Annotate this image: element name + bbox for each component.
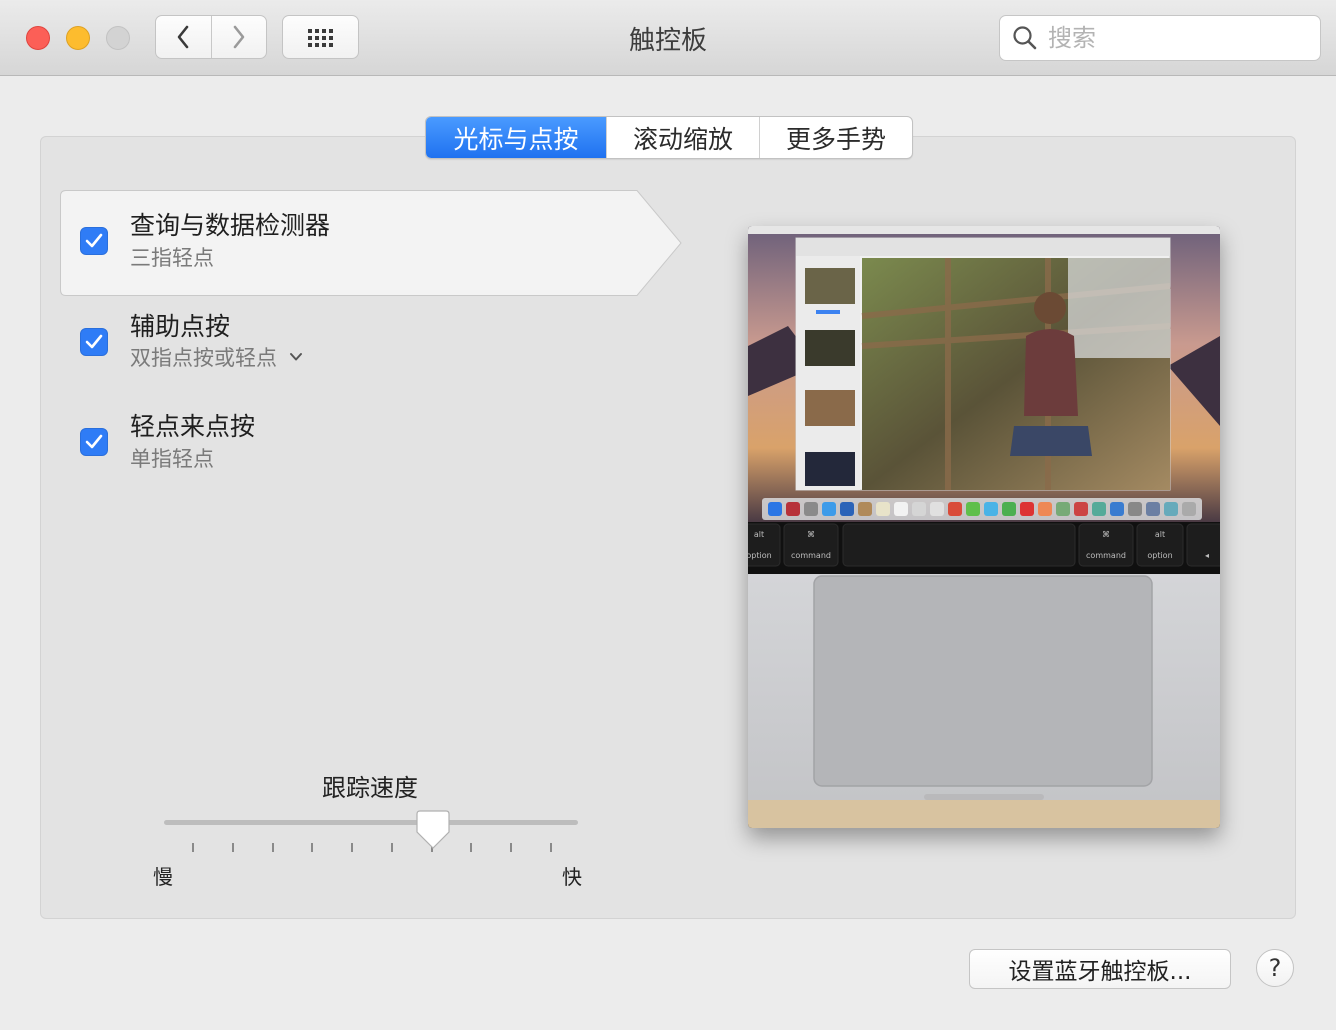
keyboard-key bbox=[842, 523, 1076, 567]
slider-tick bbox=[271, 843, 274, 852]
slow-label: 慢 bbox=[153, 865, 173, 889]
tracking-speed-track[interactable] bbox=[164, 820, 578, 825]
slider-tick bbox=[351, 843, 354, 852]
dock-app-icon bbox=[894, 502, 908, 516]
tab-point-and-click[interactable]: 光标与点按 bbox=[426, 117, 606, 158]
forward-button[interactable] bbox=[211, 16, 266, 58]
keyboard-key-label: ⌘ bbox=[1102, 530, 1110, 539]
back-button[interactable] bbox=[156, 16, 211, 58]
dock-app-icon bbox=[1110, 502, 1124, 516]
keyboard-key-label: option bbox=[1147, 551, 1172, 560]
dock-app-icon bbox=[1128, 502, 1142, 516]
dock-app-icon bbox=[1164, 502, 1178, 516]
close-button[interactable] bbox=[26, 26, 50, 50]
minimize-button[interactable] bbox=[66, 26, 90, 50]
slider-tick bbox=[510, 843, 513, 852]
tab-scroll-and-zoom[interactable]: 滚动缩放 bbox=[606, 117, 759, 158]
keyboard-key-label: ⌘ bbox=[807, 530, 815, 539]
search-icon bbox=[1013, 26, 1037, 50]
keyboard-key-label: alt bbox=[1155, 530, 1165, 539]
option-title: 查询与数据检测器 bbox=[130, 211, 331, 240]
fast-label: 快 bbox=[562, 865, 582, 889]
checkmark-icon bbox=[85, 334, 103, 349]
dock-app-icon bbox=[1056, 502, 1070, 516]
dock-app-icon bbox=[984, 502, 998, 516]
slider-tick bbox=[470, 843, 473, 852]
setup-bluetooth-trackpad-button[interactable]: 设置蓝牙触控板... bbox=[969, 949, 1231, 989]
keyboard-key-label: alt bbox=[754, 530, 764, 539]
keyboard-key-label: command bbox=[1086, 551, 1126, 560]
dock-app-icon bbox=[1182, 502, 1196, 516]
dock-app-icon bbox=[804, 502, 818, 516]
dock-app-icon bbox=[1146, 502, 1160, 516]
keyboard-key-label: command bbox=[791, 551, 831, 560]
option-title: 轻点来点按 bbox=[130, 412, 256, 441]
zoom-button bbox=[106, 26, 130, 50]
search-field[interactable] bbox=[999, 15, 1321, 61]
chevron-right-icon bbox=[233, 25, 245, 49]
dock-app-icon bbox=[768, 502, 782, 516]
dock-app-icon bbox=[1020, 502, 1034, 516]
tab-bar: 光标与点按 滚动缩放 更多手势 bbox=[425, 116, 913, 159]
slider-tick bbox=[231, 843, 234, 852]
title-bar: 触控板 bbox=[0, 0, 1336, 76]
slider-tick bbox=[192, 843, 194, 852]
checkmark-icon bbox=[85, 434, 103, 449]
option-tap-to-click[interactable]: 轻点来点按 单指轻点 bbox=[60, 396, 660, 496]
grid-icon bbox=[307, 29, 333, 47]
gesture-preview-video: alt option ⌘ command ⌘ command alt option ◂ bbox=[748, 226, 1220, 828]
dock-app-icon bbox=[1074, 502, 1088, 516]
dock-app-icon bbox=[948, 502, 962, 516]
keyboard-key-label: option bbox=[748, 551, 772, 560]
checkmark-icon bbox=[85, 233, 103, 248]
option-subtitle: 单指轻点 bbox=[130, 447, 214, 471]
option-title: 辅助点按 bbox=[130, 312, 231, 341]
lookup-checkbox[interactable] bbox=[80, 227, 108, 255]
option-subtitle: 双指点按或轻点 bbox=[130, 346, 277, 370]
help-button[interactable]: ? bbox=[1256, 949, 1294, 987]
dock-app-icon bbox=[822, 502, 836, 516]
chevron-left-icon bbox=[177, 25, 189, 49]
chevron-down-icon bbox=[290, 353, 302, 361]
back-forward-group bbox=[155, 15, 267, 59]
tab-more-gestures[interactable]: 更多手势 bbox=[759, 117, 912, 158]
slider-tick bbox=[550, 843, 552, 852]
dock-app-icon bbox=[912, 502, 926, 516]
tap-to-click-checkbox[interactable] bbox=[80, 428, 108, 456]
preview-illustration: alt option ⌘ command ⌘ command alt option ◂ bbox=[748, 226, 1220, 828]
option-secondary-click[interactable]: 辅助点按 双指点按或轻点 bbox=[60, 296, 660, 396]
dock-app-icon bbox=[930, 502, 944, 516]
dock-app-icon bbox=[966, 502, 980, 516]
dock-app-icon bbox=[1002, 502, 1016, 516]
keyboard-key bbox=[1186, 523, 1220, 567]
dock-app-icon bbox=[1092, 502, 1106, 516]
option-subtitle: 三指轻点 bbox=[130, 246, 214, 270]
show-all-button[interactable] bbox=[282, 15, 359, 59]
keyboard-key-label: ◂ bbox=[1205, 551, 1209, 560]
search-input[interactable] bbox=[1046, 23, 1300, 53]
secondary-click-checkbox[interactable] bbox=[80, 328, 108, 356]
slider-tick bbox=[390, 843, 393, 852]
dock-app-icon bbox=[786, 502, 800, 516]
tracking-speed-knob[interactable] bbox=[416, 810, 450, 850]
option-lookup-data-detectors[interactable]: 查询与数据检测器 三指轻点 bbox=[60, 190, 660, 290]
dock-app-icon bbox=[1038, 502, 1052, 516]
secondary-click-dropdown[interactable]: 双指点按或轻点 bbox=[130, 342, 303, 372]
tracking-speed-label: 跟踪速度 bbox=[322, 774, 418, 802]
dock-app-icon bbox=[858, 502, 872, 516]
dock-app-icon bbox=[876, 502, 890, 516]
slider-tick bbox=[311, 843, 314, 852]
window-title: 触控板 bbox=[628, 26, 707, 56]
dock-app-icon bbox=[840, 502, 854, 516]
